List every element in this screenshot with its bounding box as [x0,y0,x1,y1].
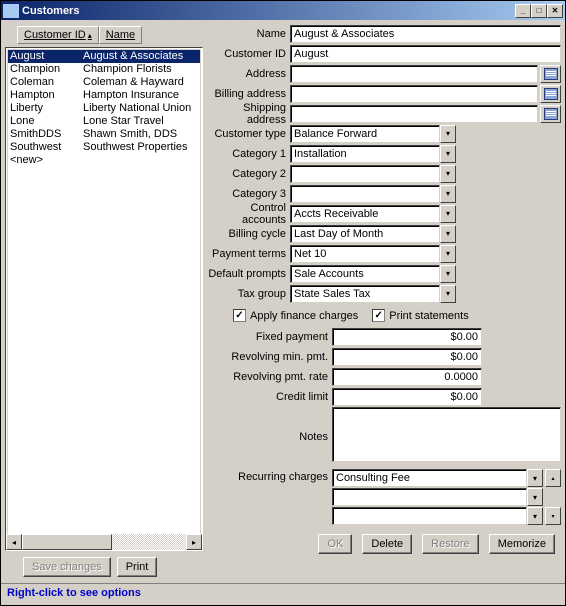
revolving-min-field[interactable] [332,348,482,366]
category2-label: Category 2 [207,168,290,180]
customer-type-field[interactable] [290,125,440,143]
tax-group-label: Tax group [207,288,290,300]
status-bar: Right-click to see options [1,583,565,605]
control-accounts-dropdown[interactable]: ▾ [440,205,456,223]
list-item[interactable]: LoneLone Star Travel [8,115,200,128]
window-title: Customers [22,5,515,17]
app-icon [3,4,19,18]
notes-field[interactable] [332,407,561,462]
billing-cycle-field[interactable] [290,225,440,243]
category2-dropdown[interactable]: ▾ [440,165,456,183]
tax-group-field[interactable] [290,285,440,303]
ok-button[interactable]: OK [318,534,352,554]
billing-address-label: Billing address [207,88,290,100]
customers-window: Customers _ □ ✕ Customer ID Name AugustA… [0,0,566,606]
name-label: Name [207,28,290,40]
payment-terms-field[interactable] [290,245,440,263]
address-detail-button[interactable] [540,65,561,83]
recurring-charge-field[interactable] [332,488,527,506]
header-name[interactable]: Name [99,26,142,44]
control-accounts-field[interactable] [290,205,440,223]
category3-field[interactable] [290,185,440,203]
memorize-button[interactable]: Memorize [489,534,555,554]
billing-cycle-label: Billing cycle [207,228,290,240]
list-item[interactable]: ColemanColeman & Hayward [8,76,200,89]
envelope-icon [544,68,558,80]
customer-type-label: Customer type [207,128,290,140]
customer-list[interactable]: AugustAugust & AssociatesChampionChampio… [5,47,203,551]
spin-up-button[interactable]: ▴ [545,469,561,487]
header-customer-id[interactable]: Customer ID [17,26,99,44]
credit-limit-field[interactable] [332,388,482,406]
save-changes-button[interactable]: Save changes [23,557,111,577]
billing-address-field[interactable] [290,85,538,103]
name-field[interactable] [290,25,561,43]
scroll-left-button[interactable]: ◂ [6,534,22,550]
spin-down-button[interactable]: ▾ [545,507,561,525]
checkbox-icon [233,309,246,322]
control-accounts-label: Control accounts [207,202,290,226]
revolving-min-label: Revolving min. pmt. [207,351,332,363]
delete-button[interactable]: Delete [362,534,412,554]
recurring-charge-dropdown[interactable]: ▾ [527,488,543,506]
revolving-rate-label: Revolving pmt. rate [207,371,332,383]
fixed-payment-label: Fixed payment [207,331,332,343]
scroll-thumb[interactable] [22,534,112,550]
category1-label: Category 1 [207,148,290,160]
right-panel: Name Customer ID Address Billing address… [207,24,561,579]
category1-dropdown[interactable]: ▾ [440,145,456,163]
payment-terms-dropdown[interactable]: ▾ [440,245,456,263]
payment-terms-label: Payment terms [207,248,290,260]
default-prompts-field[interactable] [290,265,440,283]
restore-button[interactable]: Restore [422,534,479,554]
horizontal-scrollbar[interactable]: ◂ ▸ [6,534,202,550]
recurring-charge-dropdown[interactable]: ▾ [527,469,543,487]
default-prompts-label: Default prompts [207,268,290,280]
list-item[interactable]: AugustAugust & Associates [8,50,200,63]
default-prompts-dropdown[interactable]: ▾ [440,265,456,283]
print-button[interactable]: Print [117,557,158,577]
category3-label: Category 3 [207,188,290,200]
envelope-icon [544,108,558,120]
customer-type-dropdown[interactable]: ▾ [440,125,456,143]
recurring-charges-label: Recurring charges [207,469,332,526]
recurring-charge-field[interactable] [332,507,527,525]
category1-field[interactable] [290,145,440,163]
billing-cycle-dropdown[interactable]: ▾ [440,225,456,243]
shipping-address-detail-button[interactable] [540,105,561,123]
list-item[interactable]: <new> [8,154,200,167]
scroll-right-button[interactable]: ▸ [186,534,202,550]
address-label: Address [207,68,290,80]
list-item[interactable]: LibertyLiberty National Union [8,102,200,115]
recurring-charge-field[interactable] [332,469,527,487]
envelope-icon [544,88,558,100]
category2-field[interactable] [290,165,440,183]
fixed-payment-field[interactable] [332,328,482,346]
tax-group-dropdown[interactable]: ▾ [440,285,456,303]
close-button[interactable]: ✕ [547,4,563,18]
print-statements-checkbox[interactable]: Print statements [372,309,468,322]
recurring-charge-dropdown[interactable]: ▾ [527,507,543,525]
shipping-address-field[interactable] [290,105,538,123]
left-panel: Customer ID Name AugustAugust & Associat… [5,24,203,579]
customer-id-field[interactable] [290,45,561,63]
billing-address-detail-button[interactable] [540,85,561,103]
list-item[interactable]: SouthwestSouthwest Properties [8,141,200,154]
checkbox-icon [372,309,385,322]
shipping-address-label: Shipping address [207,102,290,126]
list-item[interactable]: ChampionChampion Florists [8,63,200,76]
minimize-button[interactable]: _ [515,4,531,18]
category3-dropdown[interactable]: ▾ [440,185,456,203]
address-field[interactable] [290,65,538,83]
list-item[interactable]: HamptonHampton Insurance [8,89,200,102]
list-item[interactable]: SmithDDSShawn Smith, DDS [8,128,200,141]
maximize-button[interactable]: □ [531,4,547,18]
revolving-rate-field[interactable] [332,368,482,386]
titlebar: Customers _ □ ✕ [1,1,565,20]
apply-finance-charges-checkbox[interactable]: Apply finance charges [233,309,358,322]
customer-id-label: Customer ID [207,48,290,60]
notes-label: Notes [207,407,332,462]
scroll-track[interactable] [22,534,186,550]
credit-limit-label: Credit limit [207,391,332,403]
